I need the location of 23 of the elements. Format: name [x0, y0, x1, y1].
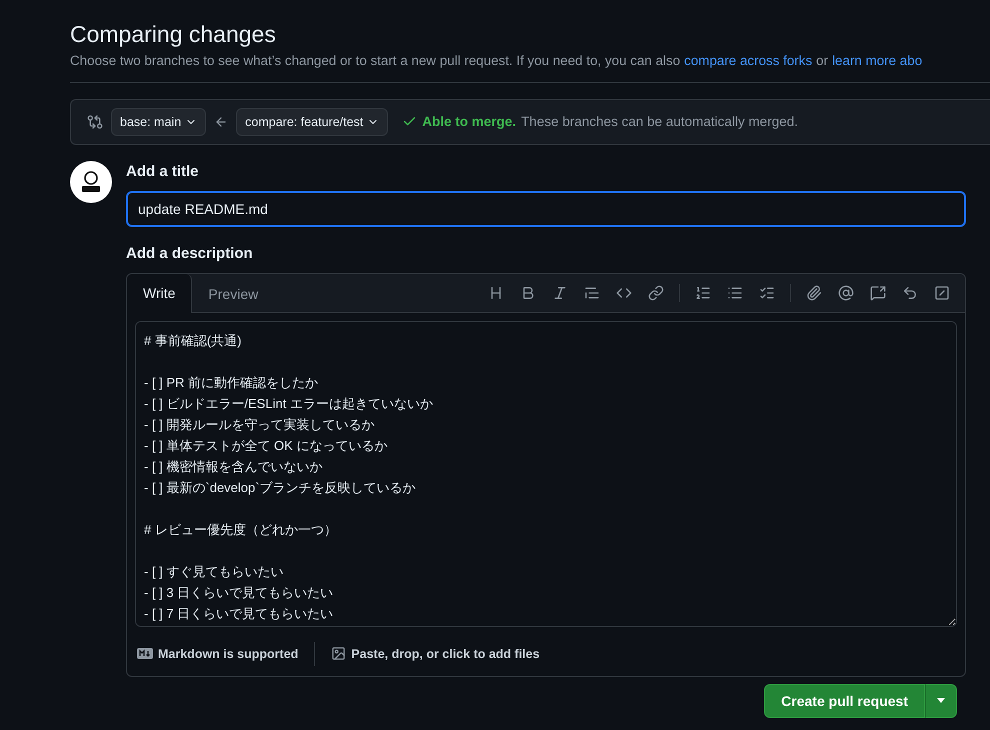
markdown-icon [137, 648, 153, 660]
title-label: Add a title [126, 162, 200, 180]
create-pull-request-button[interactable]: Create pull request [764, 684, 925, 718]
markdown-note: Markdown is supported [158, 646, 298, 661]
editor-tab[interactable]: Preview [192, 274, 276, 313]
editor-tab[interactable]: Write [127, 274, 192, 313]
attach-files-link[interactable]: Paste, drop, or click to add files [351, 646, 540, 661]
merge-status: Able to merge. [422, 114, 516, 130]
subtitle-link[interactable]: learn more abo [832, 52, 922, 68]
subtitle-text: Choose two branches to see what’s changed or to start a new pull request. If you need to, you can also [70, 52, 680, 68]
subtitle-text: or [816, 52, 828, 68]
description-field[interactable]: # 事前確認(共通) - [ ] PR 前に動作確認をしたか - [ ] ビルドエラー/ESLint エラーは起きていないか - [ ] 開発ルールを守って実装しているか - [ ] 単体テストが全て OK になっているか - [ ] 機密情報を含んでいないか - [ ] 最新の`develop`ブランチを反映しているか # レビュー優先度（どれか一つ） - [ ] すぐ見てもらいたい - [ ] 3 日くらいで見てもらいたい - [ ] 7 日くらいで見てもらいたい [135, 320, 957, 627]
page-title: Comparing changes [70, 20, 277, 49]
merge-message: These branches can be automatically merged. [521, 114, 798, 130]
image-icon [331, 646, 346, 662]
compare-icon [87, 114, 103, 130]
base-branch-dropdown[interactable]: base: main [111, 108, 206, 136]
subtitle-link[interactable]: compare across forks [684, 52, 812, 68]
description-label: Add a description [126, 244, 254, 262]
caret-icon [937, 698, 945, 704]
compare-branch-dropdown[interactable]: compare: feature/test [236, 108, 388, 136]
title-field[interactable]: update README.md [126, 190, 966, 227]
options-dropdown-button[interactable] [925, 684, 957, 718]
